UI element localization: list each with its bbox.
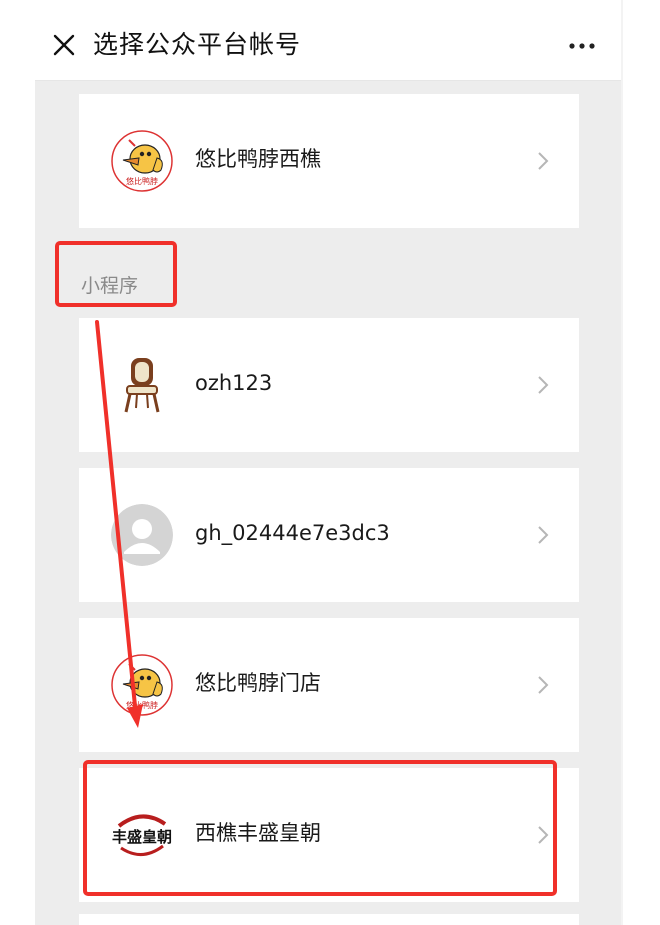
more-icon (569, 43, 595, 49)
account-name: 悠比鸭脖西樵 (195, 147, 321, 171)
phone-screen: 选择公众平台帐号 悠比鸭脖 悠比鸭脖西樵 小程序 ozh123 gh_02444… (35, 0, 623, 925)
account-name: 悠比鸭脖门店 (195, 671, 321, 695)
duck-logo-avatar: 悠比鸭脖 (111, 130, 173, 192)
account-item-ozh123[interactable]: ozh123 (79, 318, 579, 452)
svg-text:悠比鸭脖: 悠比鸭脖 (126, 176, 158, 186)
chevron-right-icon (538, 676, 549, 694)
highlight-box-target-account (83, 760, 557, 896)
annotation-arrow-icon (95, 320, 143, 728)
account-item-youbi-store[interactable]: 悠比鸭脖 悠比鸭脖门店 (79, 618, 579, 752)
chevron-right-icon (538, 152, 549, 170)
account-item-gh-02444e7e3dc3[interactable]: gh_02444e7e3dc3 (79, 468, 579, 602)
more-button[interactable] (567, 38, 597, 52)
page: 选择公众平台帐号 悠比鸭脖 悠比鸭脖西樵 小程序 ozh123 gh_02444… (0, 0, 660, 925)
account-name: gh_02444e7e3dc3 (195, 521, 390, 545)
next-card-peek (79, 914, 579, 925)
account-name: ozh123 (195, 371, 273, 395)
duck-logo-icon: 悠比鸭脖 (111, 130, 173, 192)
right-edge (621, 0, 623, 925)
chevron-right-icon (538, 526, 549, 544)
chevron-right-icon (538, 376, 549, 394)
highlight-box-section (55, 241, 177, 307)
top-nav-bar: 选择公众平台帐号 (35, 0, 623, 81)
close-button[interactable] (51, 32, 77, 58)
close-icon (53, 34, 75, 56)
account-item-youbi-xiqiao[interactable]: 悠比鸭脖 悠比鸭脖西樵 (79, 94, 579, 228)
page-title: 选择公众平台帐号 (93, 30, 302, 59)
